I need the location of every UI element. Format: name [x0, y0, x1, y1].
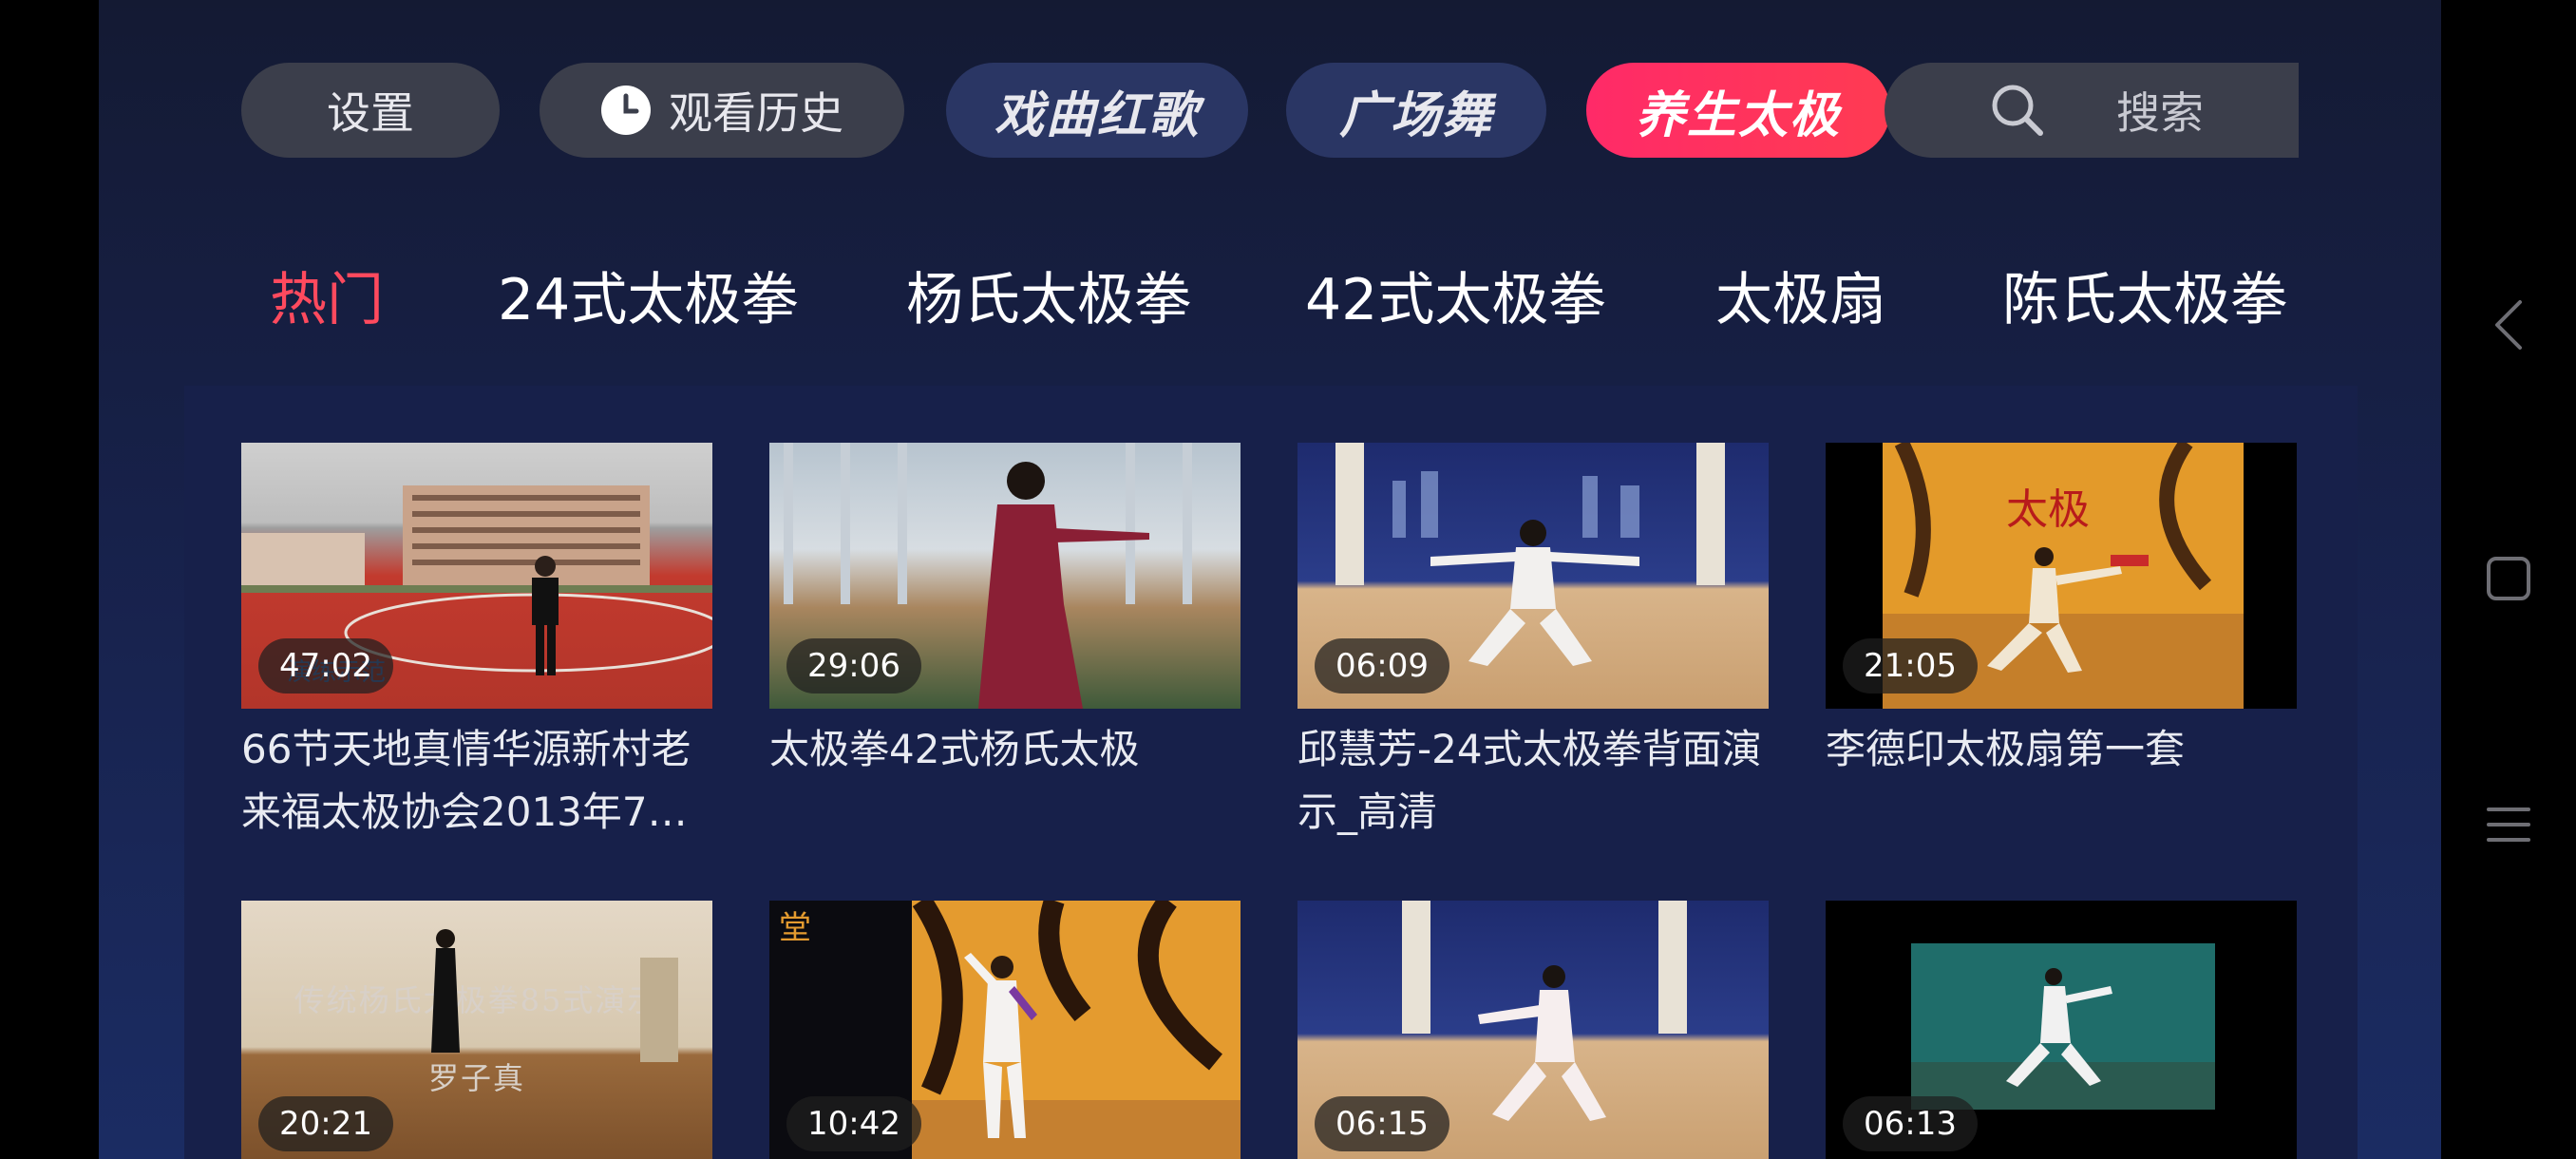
video-title: 太极拳42式杨氏太极 — [769, 726, 1140, 772]
tab-taiji-fan[interactable]: 太极扇 — [1715, 266, 1886, 334]
home-icon[interactable] — [2487, 557, 2530, 600]
square-dance-label: 广场舞 — [1338, 86, 1493, 144]
video-thumbnail: 06:15 — [1297, 901, 1769, 1159]
video-card[interactable]: 堂 10:42 — [769, 901, 1241, 1159]
search-button[interactable]: 搜索 — [1885, 63, 2299, 158]
square-dance-button[interactable]: 广场舞 — [1286, 63, 1546, 158]
settings-label: 设置 — [327, 87, 414, 139]
health-taiji-button[interactable]: 养生太极 — [1586, 63, 1890, 158]
tab-42-form[interactable]: 42式太极拳 — [1305, 266, 1605, 334]
opera-label: 戏曲红歌 — [994, 86, 1200, 144]
system-navigation-bar — [2441, 0, 2576, 1159]
search-label: 搜索 — [2116, 87, 2204, 139]
video-duration: 10:42 — [786, 1096, 921, 1151]
back-icon[interactable] — [2488, 296, 2529, 353]
svg-text:堂: 堂 — [779, 909, 811, 947]
tab-chen-style[interactable]: 陈氏太极拳 — [2002, 266, 2287, 334]
video-thumbnail: 06:13 — [1826, 901, 2297, 1159]
history-label: 观看历史 — [669, 87, 843, 139]
video-duration: 21:05 — [1843, 638, 1978, 694]
video-title: 66节天地真情华源新村老来福太极协会2013年7… — [241, 726, 691, 835]
search-icon — [1992, 85, 2043, 136]
settings-button[interactable]: 设置 — [241, 63, 500, 158]
video-card[interactable]: 06:15 — [1297, 901, 1769, 1159]
video-thumbnail: 堂 10:42 — [769, 901, 1241, 1159]
svg-text:太极: 太极 — [2006, 485, 2090, 534]
video-thumbnail: 29:06 — [769, 443, 1241, 709]
video-card[interactable]: 06:09 邱慧芳-24式太极拳背面演示_高清 — [1297, 443, 1769, 844]
video-duration: 20:21 — [258, 1096, 393, 1151]
video-card[interactable]: 演练示范 47:02 66节天地真情华源新村老来福太极协会2013年7… — [241, 443, 712, 844]
video-duration: 06:13 — [1843, 1096, 1978, 1151]
video-thumbnail: 传统杨氏太极拳85式演示 罗子真 20:21 — [241, 901, 712, 1159]
video-card[interactable]: 29:06 太极拳42式杨氏太极 — [769, 443, 1241, 781]
video-title: 邱慧芳-24式太极拳背面演示_高清 — [1297, 726, 1762, 835]
video-card[interactable]: 传统杨氏太极拳85式演示 罗子真 20:21 — [241, 901, 712, 1159]
video-title: 李德印太极扇第一套 — [1826, 726, 2186, 772]
menu-icon[interactable] — [2487, 808, 2530, 851]
watch-history-button[interactable]: 观看历史 — [540, 63, 904, 158]
tab-hot[interactable]: 热门 — [270, 266, 384, 334]
video-card[interactable]: 太极 21:05 李德印太极扇第一套 — [1826, 443, 2297, 781]
app-screen: 设置 观看历史 戏曲红歌 广场舞 养生太极 搜索 热门 24式太极拳 杨氏太极拳… — [99, 0, 2441, 1159]
video-duration: 47:02 — [258, 638, 393, 694]
video-duration: 06:15 — [1315, 1096, 1449, 1151]
clock-icon — [601, 86, 651, 135]
video-thumbnail: 太极 21:05 — [1826, 443, 2297, 709]
video-duration: 06:09 — [1315, 638, 1449, 694]
tab-yang-style[interactable]: 杨氏太极拳 — [906, 266, 1191, 334]
tab-24-form[interactable]: 24式太极拳 — [498, 266, 798, 334]
video-duration: 29:06 — [786, 638, 921, 694]
opera-red-songs-button[interactable]: 戏曲红歌 — [946, 63, 1248, 158]
video-thumbnail: 06:09 — [1297, 443, 1769, 709]
video-thumbnail: 演练示范 47:02 — [241, 443, 712, 709]
video-grid: 演练示范 47:02 66节天地真情华源新村老来福太极协会2013年7… 29:… — [184, 386, 2358, 1159]
taiji-label: 养生太极 — [1635, 86, 1841, 144]
video-card[interactable]: 06:13 — [1826, 901, 2297, 1159]
